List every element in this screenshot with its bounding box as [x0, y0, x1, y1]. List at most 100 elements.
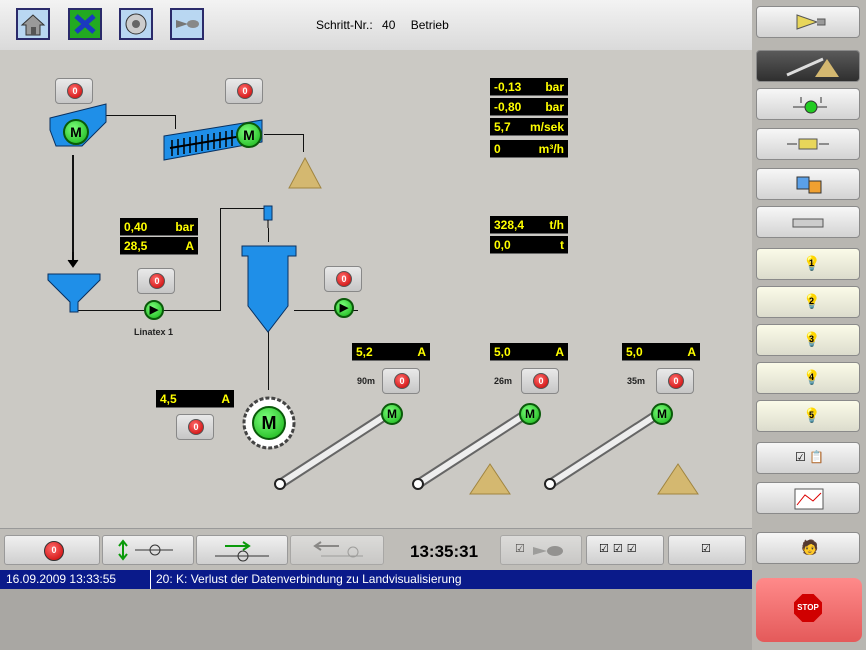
sand-pile-icon: [657, 463, 699, 495]
nav-valve-button[interactable]: [756, 128, 860, 160]
flow-display: 0 m³/h: [490, 140, 568, 158]
motor-classifier[interactable]: M: [236, 122, 262, 148]
pipe: [72, 155, 74, 260]
nozzle-icon: [533, 546, 563, 556]
alarm-message-bar[interactable]: 16.09.2009 13:33:55 20: K: Verlust der D…: [0, 570, 752, 589]
stop-icon: 0: [237, 83, 253, 99]
pipe: [268, 330, 269, 390]
conveyor-1-length: 90m: [357, 376, 376, 386]
checkbox-group-button[interactable]: ☑☑☑: [586, 535, 664, 565]
stop-button-conveyor-2[interactable]: 0: [521, 368, 559, 394]
pump-overflow[interactable]: ▶: [334, 298, 354, 318]
tools-button[interactable]: [68, 8, 102, 40]
stop-icon: 0: [533, 373, 549, 389]
right-navigation-panel: 💡 1 💡 2 💡 3 💡 4 💡 5 ☑ 📋 🧑 STOP: [752, 0, 866, 650]
disc-icon: [125, 13, 147, 35]
nozzle-icon: [176, 20, 199, 28]
stop-button-conveyor-3[interactable]: 0: [656, 368, 694, 394]
home-button[interactable]: [16, 8, 50, 40]
lamp-button-1[interactable]: 💡 1: [756, 248, 860, 280]
checkbox-icon: ☑☑☑: [599, 543, 641, 555]
emergency-stop-button[interactable]: STOP: [756, 578, 862, 642]
alarm-timestamp: 16.09.2009 13:33:55: [6, 572, 117, 586]
stop-button-pump[interactable]: 0: [137, 268, 175, 294]
nav-nozzle-button[interactable]: [756, 6, 860, 38]
stop-icon: 0: [188, 419, 204, 435]
mode-label: Betrieb: [410, 18, 449, 32]
nav-trend-button[interactable]: [756, 482, 860, 514]
alarm-text: 20: K: Verlust der Datenverbindung zu La…: [156, 572, 462, 586]
throughput-display: 328,4 t/h: [490, 216, 568, 234]
stop-icon: 0: [394, 373, 410, 389]
divider: [150, 570, 151, 589]
lamp-button-2[interactable]: 💡 2: [756, 286, 860, 318]
user-icon: 🧑: [801, 539, 819, 555]
conveyor-2-current: 5,0 A: [490, 343, 568, 361]
stop-sign-icon: STOP: [794, 594, 822, 622]
total-display: 0,0 t: [490, 236, 568, 254]
stop-icon: 0: [44, 541, 64, 561]
cross-tools-icon: [74, 14, 96, 34]
sensor-icon: [263, 205, 273, 228]
nav-checklist-button[interactable]: ☑ 📋: [756, 442, 860, 474]
motor-screen[interactable]: M: [63, 119, 89, 145]
valve-button[interactable]: [290, 535, 384, 565]
keyboard-icon: [792, 218, 824, 228]
stop-icon: 0: [67, 83, 83, 99]
motor-conveyor-3[interactable]: M: [651, 403, 673, 425]
valve-arrows-icon: [787, 138, 829, 150]
conveyor-2-length: 26m: [494, 376, 513, 386]
pump-label: Linatex 1: [134, 327, 174, 337]
thickener-current-display: 4,5 A: [156, 390, 234, 408]
lamp-button-3[interactable]: 💡 3: [756, 324, 860, 356]
valve-icon: [313, 541, 363, 558]
speed-control-button[interactable]: [196, 535, 288, 565]
pipe: [264, 134, 304, 135]
message-list[interactable]: [0, 589, 752, 650]
step-number: 40: [382, 18, 396, 32]
stop-icon: 0: [149, 273, 165, 289]
sump-funnel[interactable]: [46, 272, 102, 316]
nozzle-toggle-button[interactable]: ☑: [500, 535, 582, 565]
lamp-button-5[interactable]: 💡 5: [756, 400, 860, 432]
top-toolbar: Schritt-Nr.: 40 Betrieb: [0, 0, 752, 51]
windows-icon: [796, 176, 822, 194]
nav-windows-button[interactable]: [756, 168, 860, 200]
arrow-down-icon: [67, 252, 79, 268]
sand-pile-icon: [469, 463, 511, 495]
conveyor-pile-icon: [786, 57, 839, 77]
clock: 13:35:31: [410, 542, 479, 561]
nozzle-spray-icon: [796, 14, 826, 30]
motor-conveyor-2[interactable]: M: [519, 403, 541, 425]
nav-pump-button[interactable]: [756, 88, 860, 120]
pressure-display-1: -0,13 bar: [490, 78, 568, 96]
global-stop-button[interactable]: 0: [4, 535, 100, 565]
nav-user-button[interactable]: 🧑: [756, 532, 860, 564]
stop-button-classifier[interactable]: 0: [225, 78, 263, 104]
thickener-tank[interactable]: [240, 244, 298, 336]
home-icon: [20, 14, 46, 36]
checkbox-single-button[interactable]: ☑: [668, 535, 746, 565]
nav-overview-button[interactable]: [756, 50, 860, 82]
velocity-display: 5,7 m/sek: [490, 118, 568, 136]
pipe: [303, 134, 304, 152]
checkbox-icon: ☑: [515, 543, 525, 555]
lamp-button-4[interactable]: 💡 4: [756, 362, 860, 394]
pump-pressure-display: 0,40 bar: [120, 218, 198, 236]
pipe: [268, 228, 269, 242]
pressure-control-button[interactable]: [102, 535, 194, 565]
disc-button[interactable]: [119, 8, 153, 40]
sand-pile-icon: [288, 156, 322, 189]
motor-conveyor-1[interactable]: M: [381, 403, 403, 425]
nozzle-button[interactable]: [170, 8, 204, 40]
stop-button-screen[interactable]: 0: [55, 78, 93, 104]
stop-button-conveyor-1[interactable]: 0: [382, 368, 420, 394]
pump-flow-icon: [793, 97, 827, 114]
stop-button-overflow[interactable]: 0: [324, 266, 362, 292]
pressure-display-2: -0,80 bar: [490, 98, 568, 116]
speed-control-icon: [215, 541, 269, 562]
nav-keyboard-button[interactable]: [756, 206, 860, 238]
stop-button-thickener[interactable]: 0: [176, 414, 214, 440]
pump-linatex[interactable]: ▶: [144, 300, 164, 320]
stop-icon: 0: [336, 271, 352, 287]
